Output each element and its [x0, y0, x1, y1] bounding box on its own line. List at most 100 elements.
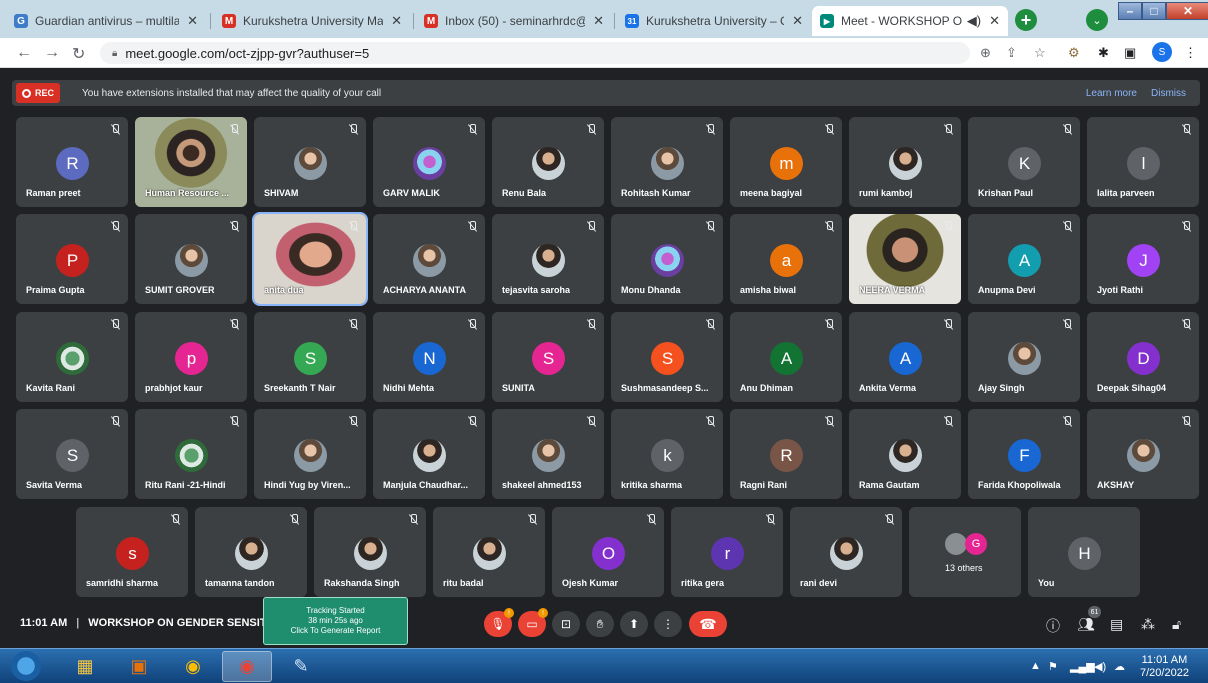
- camera-off-button[interactable]: ▭ !: [518, 608, 548, 637]
- tracking-status: Tracking Started: [306, 606, 365, 615]
- participant-tile-13-others[interactable]: G 13 others: [909, 507, 1021, 597]
- more-options-button[interactable]: ⋮: [654, 611, 682, 637]
- leave-call-button[interactable]: ☎︎: [689, 611, 727, 637]
- clock-date: 7/20/2022: [1140, 667, 1189, 679]
- participant-tile-akshay[interactable]: AKSHAY: [1087, 409, 1199, 499]
- others-avatar: G: [965, 533, 987, 555]
- people-icon[interactable]: 👥︎: [1077, 616, 1095, 633]
- chrome-profile-taskbar-icon[interactable]: ◉: [222, 651, 272, 682]
- participant-tile-praima-gupta[interactable]: P Praima Gupta: [16, 214, 128, 304]
- tray-signal-icon[interactable]: ▂▄▆: [1070, 660, 1095, 673]
- participant-tile-lalita-parveen[interactable]: l lalita parveen: [1087, 117, 1199, 207]
- participant-tile-tejasvita-saroha[interactable]: tejasvita saroha: [492, 214, 604, 304]
- participant-tile-sunita[interactable]: S SUNITA: [492, 312, 604, 402]
- participant-tile-manjula-chaudhar[interactable]: Manjula Chaudhar...: [373, 409, 485, 499]
- participant-tile-shakeel-ahmed153[interactable]: shakeel ahmed153: [492, 409, 604, 499]
- participant-tile-tamanna-tandon[interactable]: tamanna tandon: [195, 507, 307, 597]
- participant-tile-raman-preet[interactable]: R Raman preet: [16, 117, 128, 207]
- participant-avatar: F: [1008, 439, 1041, 472]
- participant-tile-meena-bagiyal[interactable]: m meena bagiyal: [730, 117, 842, 207]
- participant-tile-hindi-yug-by-viren[interactable]: Hindi Yug by Viren...: [254, 409, 366, 499]
- participant-tile-farida-khopoliwala[interactable]: F Farida Khopoliwala: [968, 409, 1080, 499]
- participant-tile-rohitash-kumar[interactable]: Rohitash Kumar: [611, 117, 723, 207]
- present-button[interactable]: ⬆: [620, 611, 648, 637]
- participant-tile-amisha-biwal[interactable]: a amisha biwal: [730, 214, 842, 304]
- more-vertical-icon: ⋮: [662, 617, 674, 631]
- participant-avatar: S: [532, 342, 565, 375]
- participant-tile-nidhi-mehta[interactable]: N Nidhi Mehta: [373, 312, 485, 402]
- participant-name: Deepak Sihag04: [1097, 383, 1167, 393]
- participant-tile-human-resource[interactable]: Human Resource ...: [135, 117, 247, 207]
- participant-name: Monu Dhanda: [621, 285, 681, 295]
- participant-name: NEERA VERMA: [859, 285, 926, 295]
- windows-taskbar: ▦ ▣ ◉ ◉ ✎ ▲ ⚑ ▂▄▆ ◀) ☁ 11:01 AM 7/20/202…: [0, 648, 1208, 683]
- participant-tile-monu-dhanda[interactable]: Monu Dhanda: [611, 214, 723, 304]
- people-count-badge: 61: [1088, 606, 1101, 618]
- explorer-taskbar-icon[interactable]: ▦: [60, 651, 110, 682]
- participant-tile-sushmasandeep-s[interactable]: S Sushmasandeep S...: [611, 312, 723, 402]
- participant-tile-garv-malik[interactable]: GARV MALIK: [373, 117, 485, 207]
- generate-report-link[interactable]: Click To Generate Report: [264, 626, 407, 636]
- mic-off-button[interactable]: 🎙︎ !: [484, 608, 514, 637]
- attendance-tracking-popup[interactable]: Tracking Started 38 min 25s ago Click To…: [263, 597, 408, 645]
- media-player-taskbar-icon[interactable]: ▣: [114, 651, 164, 682]
- meeting-separator: |: [76, 617, 80, 629]
- participant-tile-ragni-rani[interactable]: R Ragni Rani: [730, 409, 842, 499]
- participant-avatar: l: [1127, 147, 1160, 180]
- muted-mic-icon: [110, 319, 120, 329]
- participant-name: tejasvita saroha: [502, 285, 571, 295]
- participant-tile-sumit-grover[interactable]: SUMIT GROVER: [135, 214, 247, 304]
- participant-tile-rakshanda-singh[interactable]: Rakshanda Singh: [314, 507, 426, 597]
- chat-icon[interactable]: ▤: [1110, 616, 1123, 633]
- participant-tile-kavita-rani[interactable]: Kavita Rani: [16, 312, 128, 402]
- meeting-details-icon[interactable]: ⓘ: [1046, 616, 1060, 636]
- participant-tile-prabhjot-kaur[interactable]: p prabhjot kaur: [135, 312, 247, 402]
- participant-tile-shivam[interactable]: SHIVAM: [254, 117, 366, 207]
- participant-tile-krishan-paul[interactable]: K Krishan Paul: [968, 117, 1080, 207]
- paint-taskbar-icon[interactable]: ✎: [276, 651, 326, 682]
- participant-tile-deepak-sihag04[interactable]: D Deepak Sihag04: [1087, 312, 1199, 402]
- participant-avatar: [889, 147, 922, 180]
- participant-tile-ajay-singh[interactable]: Ajay Singh: [968, 312, 1080, 402]
- participant-tile-rumi-kamboj[interactable]: rumi kamboj: [849, 117, 961, 207]
- windows-start-button[interactable]: [8, 649, 44, 683]
- participant-tile-rama-gautam[interactable]: Rama Gautam: [849, 409, 961, 499]
- chrome-taskbar-icon[interactable]: ◉: [168, 651, 218, 682]
- participant-tile-rani-devi[interactable]: rani devi: [790, 507, 902, 597]
- participant-tile-anupma-devi[interactable]: A Anupma Devi: [968, 214, 1080, 304]
- participant-tile-ritu-badal[interactable]: ritu badal: [433, 507, 545, 597]
- participant-tile-kritika-sharma[interactable]: k kritika sharma: [611, 409, 723, 499]
- participant-tile-renu-bala[interactable]: Renu Bala: [492, 117, 604, 207]
- participant-tile-you[interactable]: H You: [1028, 507, 1140, 597]
- tray-network-icon[interactable]: ⚑: [1048, 660, 1058, 673]
- participant-tile-ankita-verma[interactable]: A Ankita Verma: [849, 312, 961, 402]
- muted-mic-icon: [110, 416, 120, 426]
- captions-icon: ⊡: [560, 617, 572, 631]
- participant-tile-anu-dhiman[interactable]: A Anu Dhiman: [730, 312, 842, 402]
- system-clock[interactable]: 11:01 AM 7/20/2022: [1140, 654, 1189, 680]
- tray-volume-icon[interactable]: ◀): [1094, 660, 1106, 673]
- participant-tile-samridhi-sharma[interactable]: s samridhi sharma: [76, 507, 188, 597]
- participant-tile-acharya-ananta[interactable]: ACHARYA ANANTA: [373, 214, 485, 304]
- participant-tile-anita-dua[interactable]: anita dua: [252, 212, 368, 306]
- participant-tile-sreekanth-t-nair[interactable]: S Sreekanth T Nair: [254, 312, 366, 402]
- participant-tile-savita-verma[interactable]: S Savita Verma: [16, 409, 128, 499]
- raise-hand-button[interactable]: ✋︎: [586, 611, 614, 637]
- muted-mic-icon: [884, 514, 894, 524]
- muted-mic-icon: [765, 514, 775, 524]
- tray-cloud-icon[interactable]: ☁: [1114, 660, 1125, 673]
- tray-expand-icon[interactable]: ▲: [1030, 660, 1041, 672]
- participant-tile-ritika-gera[interactable]: r ritika gera: [671, 507, 783, 597]
- muted-mic-icon: [824, 124, 834, 134]
- participant-name: GARV MALIK: [383, 188, 440, 198]
- participant-name: AKSHAY: [1097, 480, 1135, 490]
- activities-icon[interactable]: ⁂: [1141, 616, 1155, 633]
- captions-button[interactable]: ⊡: [552, 611, 580, 637]
- host-controls-icon[interactable]: 🔓︎: [1172, 616, 1181, 633]
- participant-tile-ojesh-kumar[interactable]: O Ojesh Kumar: [552, 507, 664, 597]
- participant-name: Raman preet: [26, 188, 81, 198]
- participant-tile-neera-verma[interactable]: NEERA VERMA: [849, 214, 961, 304]
- participant-tile-ritu-rani-21-hindi[interactable]: Ritu Rani -21-Hindi: [135, 409, 247, 499]
- participant-tile-jyoti-rathi[interactable]: J Jyoti Rathi: [1087, 214, 1199, 304]
- present-icon: ⬆: [628, 617, 640, 631]
